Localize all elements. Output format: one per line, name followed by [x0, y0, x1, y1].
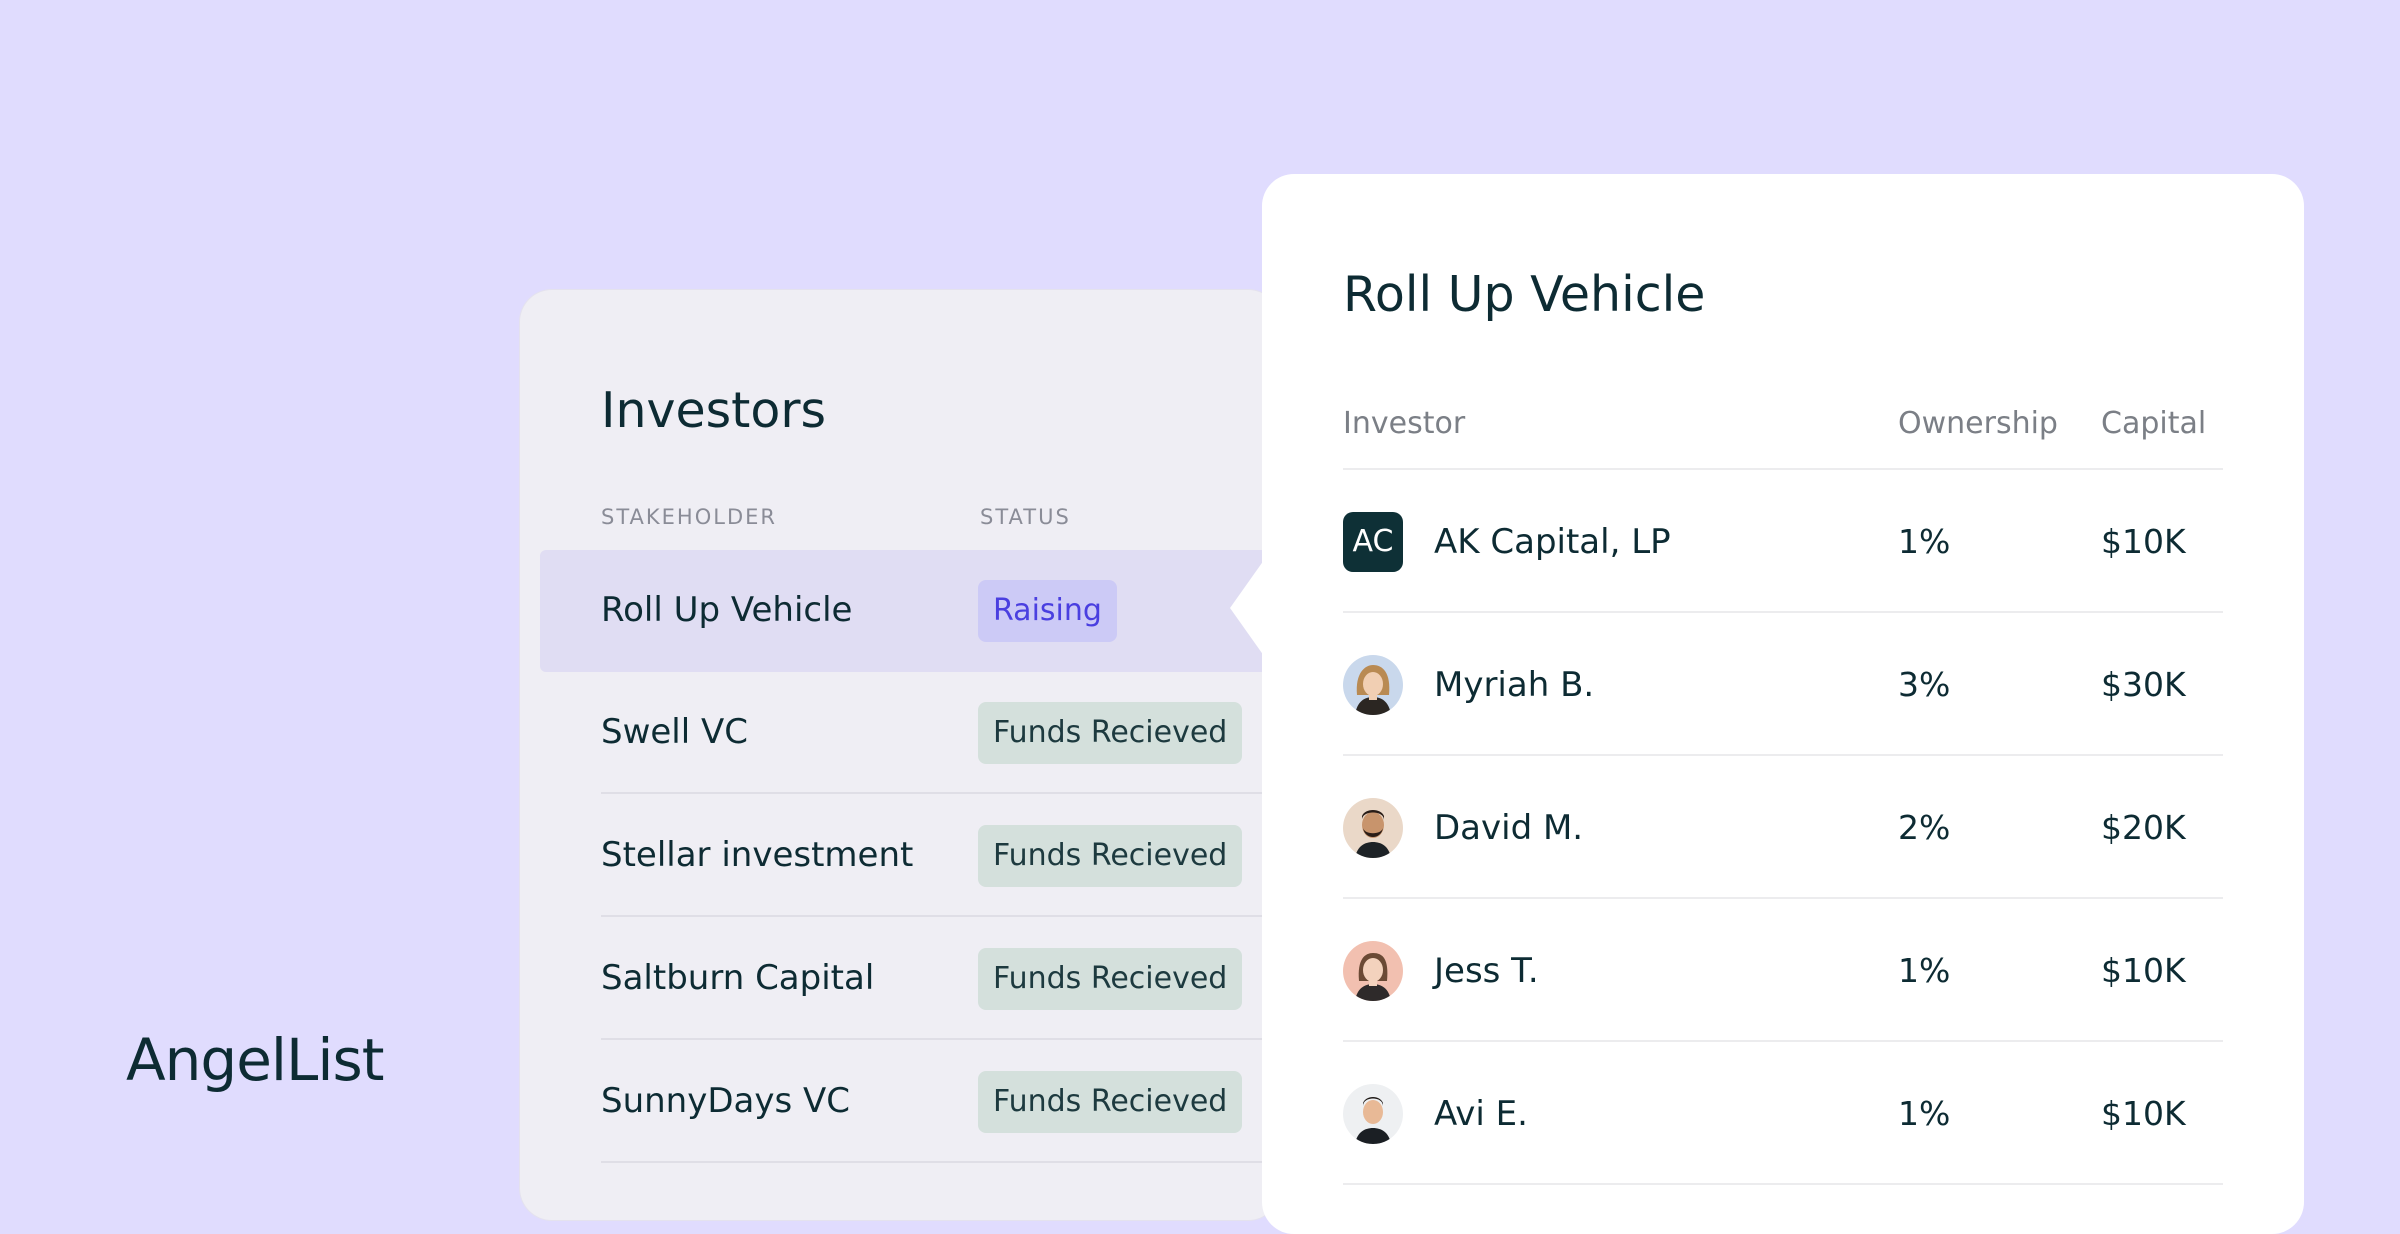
- capital-value: $30K: [2101, 665, 2186, 704]
- investor-row[interactable]: SunnyDays VC Funds Recieved: [601, 1041, 1280, 1163]
- detail-panel: Roll Up Vehicle Investor Ownership Capit…: [1262, 174, 2304, 1234]
- investor-name: Swell VC: [601, 712, 749, 752]
- investors-panel: Investors STAKEHOLDER STATUS Roll Up Veh…: [520, 290, 1280, 1220]
- ownership-value: 3%: [1898, 665, 1951, 704]
- column-header-stakeholder[interactable]: STAKEHOLDER: [601, 505, 777, 529]
- investor-row[interactable]: Saltburn Capital Funds Recieved: [601, 918, 1280, 1040]
- investor-row-selected[interactable]: Roll Up Vehicle Raising: [540, 550, 1280, 672]
- detail-row[interactable]: Myriah B. 3% $30K: [1343, 613, 2223, 756]
- column-header-capital[interactable]: Capital: [2101, 406, 2206, 441]
- column-header-ownership[interactable]: Ownership: [1898, 406, 2058, 441]
- status-badge: Funds Recieved: [978, 825, 1243, 887]
- investor-row[interactable]: Stellar investment Funds Recieved: [601, 795, 1280, 917]
- detail-row[interactable]: Jess T. 1% $10K: [1343, 899, 2223, 1042]
- investor-row[interactable]: Swell VC Funds Recieved: [601, 672, 1280, 794]
- capital-value: $10K: [2101, 951, 2186, 990]
- avatar-woman-icon: [1343, 941, 1403, 1001]
- ownership-value: 1%: [1898, 522, 1951, 561]
- capital-value: $10K: [2101, 522, 2186, 561]
- status-badge: Raising: [978, 580, 1117, 642]
- status-badge: Funds Recieved: [978, 948, 1243, 1010]
- ownership-value: 2%: [1898, 808, 1951, 847]
- status-badge: Funds Recieved: [978, 702, 1243, 764]
- avatar-woman-icon: [1343, 655, 1403, 715]
- investor-name: Stellar investment: [601, 835, 914, 875]
- investor-name: Jess T.: [1434, 951, 1539, 991]
- investor-name: Avi E.: [1434, 1094, 1528, 1134]
- column-header-status[interactable]: STATUS: [980, 505, 1071, 529]
- detail-row[interactable]: AC AK Capital, LP 1% $10K: [1343, 470, 2223, 613]
- ownership-value: 1%: [1898, 951, 1951, 990]
- selection-pointer: [1230, 560, 1264, 656]
- investors-title: Investors: [601, 382, 827, 439]
- avatar-man-icon: [1343, 798, 1403, 858]
- status-badge: Funds Recieved: [978, 1071, 1243, 1133]
- brand-logo: AngelList: [126, 1026, 384, 1094]
- detail-row[interactable]: David M. 2% $20K: [1343, 756, 2223, 899]
- detail-title: Roll Up Vehicle: [1343, 266, 1706, 323]
- capital-value: $10K: [2101, 1094, 2186, 1133]
- ownership-value: 1%: [1898, 1094, 1951, 1133]
- investor-name: David M.: [1434, 808, 1584, 848]
- detail-row[interactable]: Avi E. 1% $10K: [1343, 1042, 2223, 1185]
- capital-value: $20K: [2101, 808, 2186, 847]
- investor-name: SunnyDays VC: [601, 1081, 851, 1121]
- investor-name: Roll Up Vehicle: [601, 590, 853, 630]
- investor-name: Saltburn Capital: [601, 958, 875, 998]
- investor-name: AK Capital, LP: [1434, 522, 1671, 562]
- column-header-investor[interactable]: Investor: [1343, 406, 1465, 441]
- investor-name: Myriah B.: [1434, 665, 1595, 705]
- avatar-man-icon: [1343, 1084, 1403, 1144]
- company-logo-icon: AC: [1343, 512, 1403, 572]
